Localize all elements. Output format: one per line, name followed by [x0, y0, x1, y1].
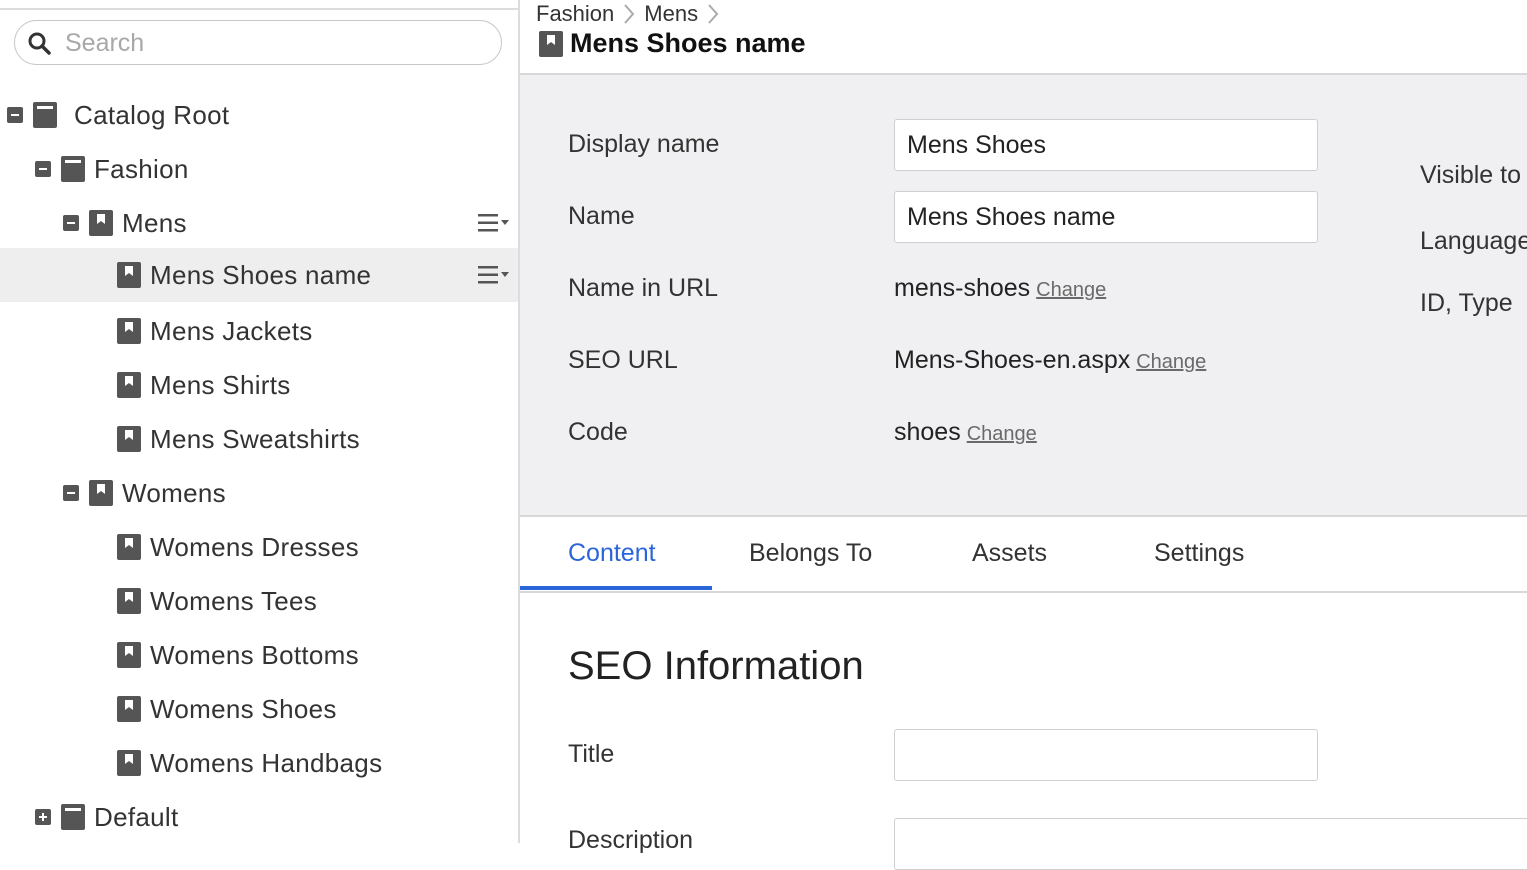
tree-node-mens-shoes-name[interactable]: Mens Shoes name [0, 248, 518, 302]
name-label: Name [568, 202, 635, 230]
tab-content[interactable]: Content [568, 539, 656, 568]
category-icon [89, 480, 113, 506]
code-value: shoes [894, 418, 961, 446]
expand-icon[interactable] [35, 809, 51, 825]
tree-node-label: Womens Handbags [150, 748, 383, 778]
tree-node-mens-sweatshirts[interactable]: Mens Sweatshirts [0, 412, 518, 466]
category-icon [117, 372, 141, 398]
search-input[interactable] [63, 27, 487, 59]
tree-node-fashion[interactable]: Fashion [0, 142, 518, 196]
name-in-url-value-row: mens-shoes Change [894, 274, 1106, 303]
category-icon [117, 750, 141, 776]
breadcrumb: Fashion Mens [536, 0, 728, 27]
tree-node-label: Womens Dresses [150, 532, 359, 562]
collapse-icon[interactable] [7, 107, 23, 123]
tree-node-mens-shirts[interactable]: Mens Shirts [0, 358, 518, 412]
code-label: Code [568, 418, 628, 446]
display-name-field[interactable] [894, 119, 1318, 171]
category-icon [117, 262, 141, 288]
name-in-url-label: Name in URL [568, 274, 719, 302]
tree-node-label: Mens Shirts [150, 370, 291, 400]
tree-node-womens-bottoms[interactable]: Womens Bottoms [0, 628, 518, 682]
seo-url-value-row: Mens-Shoes-en.aspx Change [894, 346, 1206, 375]
change-seo-url-link[interactable]: Change [1136, 351, 1206, 373]
tree-node-label: Fashion [94, 154, 189, 184]
languages-label: Languages [1420, 227, 1527, 255]
breadcrumb-item-fashion[interactable]: Fashion [536, 1, 614, 27]
tree-node-womens-handbags[interactable]: Womens Handbags [0, 736, 518, 790]
chevron-right-icon [624, 4, 635, 24]
breadcrumb-item-mens[interactable]: Mens [644, 1, 698, 27]
tree-node-mens[interactable]: Mens [0, 196, 518, 250]
tree-node-default[interactable]: Default [0, 790, 518, 843]
seo-section-title: SEO Information [568, 644, 864, 688]
tree-node-womens[interactable]: Womens [0, 466, 518, 520]
context-menu-icon[interactable] [478, 212, 510, 234]
category-icon [117, 642, 141, 668]
display-name-label: Display name [568, 130, 720, 158]
change-name-in-url-link[interactable]: Change [1036, 279, 1106, 301]
tab-bar: Content Belongs To Assets Settings [520, 517, 1527, 593]
tab-assets[interactable]: Assets [972, 539, 1047, 568]
category-icon [117, 696, 141, 722]
category-icon [89, 210, 113, 236]
code-value-row: shoes Change [894, 418, 1037, 447]
category-icon [117, 426, 141, 452]
collapse-icon[interactable] [63, 215, 79, 231]
tree-node-label: Mens Jackets [150, 316, 313, 346]
context-menu-icon[interactable] [478, 264, 510, 286]
seo-description-field[interactable] [894, 818, 1527, 870]
catalog-icon [33, 102, 57, 128]
page-title: Mens Shoes name [570, 28, 806, 58]
change-code-link[interactable]: Change [967, 423, 1037, 445]
active-tab-indicator [520, 586, 712, 590]
tree-node-label: Mens [122, 208, 187, 238]
search-box[interactable] [14, 20, 502, 65]
category-icon [117, 318, 141, 344]
visible-to-label: Visible to [1420, 161, 1521, 189]
tree-node-label: Mens Shoes name [150, 260, 372, 290]
collapse-icon[interactable] [63, 485, 79, 501]
category-icon [117, 534, 141, 560]
catalog-tree-pane: Catalog Root Fashion Mens Mens Shoes n [0, 0, 520, 843]
seo-url-label: SEO URL [568, 346, 678, 374]
seo-description-label: Description [568, 826, 694, 854]
content-header: Fashion Mens Mens Shoes name [520, 0, 1527, 75]
tree-node-womens-tees[interactable]: Womens Tees [0, 574, 518, 628]
tree-node-label: Catalog Root [74, 100, 230, 130]
tree-node-label: Womens Shoes [150, 694, 337, 724]
tab-settings[interactable]: Settings [1154, 539, 1244, 568]
seo-url-value: Mens-Shoes-en.aspx [894, 346, 1131, 374]
collapse-icon[interactable] [35, 161, 51, 177]
category-icon [117, 588, 141, 614]
tab-belongs-to[interactable]: Belongs To [749, 539, 872, 568]
catalog-icon [61, 156, 85, 182]
category-icon [539, 30, 563, 57]
tree-node-label: Womens Tees [150, 586, 318, 616]
properties-panel: Display name Name Name in URL mens-shoes… [520, 75, 1527, 517]
tree-node-label: Womens Bottoms [150, 640, 359, 670]
seo-title-field[interactable] [894, 729, 1318, 781]
tree-node-mens-jackets[interactable]: Mens Jackets [0, 304, 518, 358]
tree-node-label: Mens Sweatshirts [150, 424, 360, 454]
page-title-row: Mens Shoes name [538, 28, 806, 59]
tree-node-womens-dresses[interactable]: Womens Dresses [0, 520, 518, 574]
divider [0, 8, 518, 10]
tree-node-womens-shoes[interactable]: Womens Shoes [0, 682, 518, 736]
search-icon [28, 32, 51, 55]
name-field[interactable] [894, 191, 1318, 243]
tree-node-catalog-root[interactable]: Catalog Root [0, 88, 518, 142]
detail-pane: Fashion Mens Mens Shoes name Display name… [520, 0, 1527, 870]
seo-title-label: Title [568, 740, 615, 768]
id-type-label: ID, Type [1420, 289, 1513, 317]
tree-node-label: Womens [122, 478, 226, 508]
catalog-icon [61, 804, 85, 830]
chevron-right-icon [708, 4, 719, 24]
name-in-url-value: mens-shoes [894, 274, 1031, 302]
tree-node-label: Default [94, 802, 179, 832]
